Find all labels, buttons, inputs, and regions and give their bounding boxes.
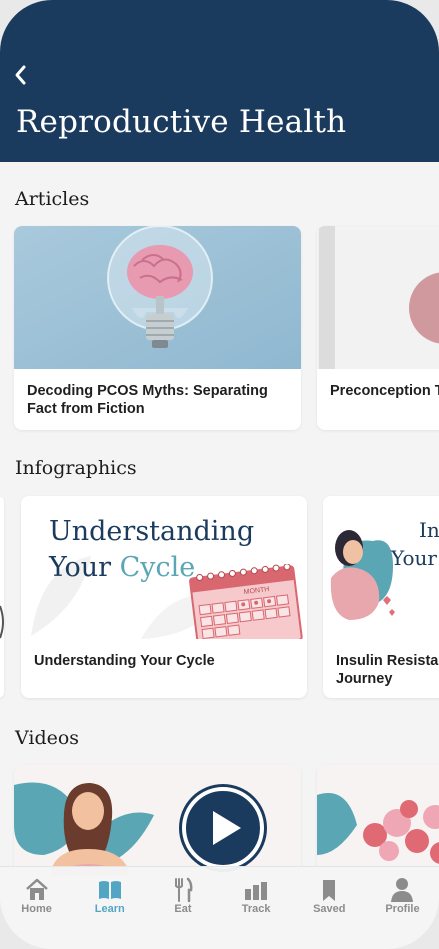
back-button[interactable] <box>8 60 32 90</box>
tab-learn[interactable]: Learn <box>73 867 146 949</box>
video-thumbnail <box>317 765 439 875</box>
tab-saved-label: Saved <box>313 903 346 915</box>
video-card[interactable] <box>14 765 301 875</box>
art-word-your: Your <box>49 552 112 583</box>
article-title: Decoding PCOS Myths: Separating Fact fro… <box>27 383 268 417</box>
header-bar: Reproductive Health <box>0 0 439 162</box>
lightbulb-brain-image <box>14 226 301 369</box>
home-icon <box>25 878 48 900</box>
videos-section-title: Videos <box>15 727 80 749</box>
infographic-thumbnail: In Your <box>323 496 439 639</box>
infographic-card[interactable]: Understanding Your Cycle MONTH Understan… <box>21 496 307 698</box>
scroll-indicator <box>0 605 4 639</box>
page-title: Reproductive Health <box>16 104 347 140</box>
play-icon <box>213 811 241 845</box>
infographic-thumbnail: Understanding Your Cycle MONTH <box>21 496 307 639</box>
bar-chart-icon <box>245 882 268 900</box>
calendar-icon: MONTH <box>189 564 303 639</box>
infographic-card-partial[interactable] <box>0 496 4 698</box>
infographic-title: Understanding Your Cycle <box>34 653 215 669</box>
tab-track[interactable]: Track <box>220 867 293 949</box>
video-card[interactable] <box>317 765 439 875</box>
play-button[interactable] <box>182 787 264 869</box>
fork-knife-icon <box>174 877 193 903</box>
tab-home-label: Home <box>21 903 52 915</box>
tab-saved[interactable]: Saved <box>293 867 366 949</box>
article-title: Preconception Trying to Conce <box>330 383 439 399</box>
chevron-left-icon <box>15 65 26 85</box>
infographic-title: Insulin Resista Journey <box>336 653 439 687</box>
bottom-tab-bar: Home Learn Eat Track Saved Profile <box>0 866 439 949</box>
tab-learn-label: Learn <box>94 903 125 915</box>
articles-section-title: Articles <box>15 188 90 210</box>
tab-home[interactable]: Home <box>0 867 73 949</box>
person-icon <box>391 878 414 902</box>
infographics-section-title: Infographics <box>15 457 137 479</box>
infographic-art-title: In <box>419 518 439 542</box>
infographic-art-subtitle: Your <box>391 546 437 570</box>
tab-track-label: Track <box>241 903 271 915</box>
screen: Reproductive Health Articles Decoding PC… <box>0 0 439 949</box>
infographic-art-title: Understanding <box>49 516 255 547</box>
bookmark-icon <box>323 880 336 901</box>
article-card[interactable]: Decoding PCOS Myths: Separating Fact fro… <box>14 226 301 430</box>
tab-eat-label: Eat <box>174 903 192 915</box>
article-thumbnail <box>317 226 439 369</box>
tab-eat[interactable]: Eat <box>146 867 219 949</box>
preconception-image <box>317 226 439 369</box>
article-thumbnail <box>14 226 301 369</box>
article-card[interactable]: Preconception Trying to Conce <box>317 226 439 430</box>
tab-profile-label: Profile <box>385 903 420 915</box>
tab-profile[interactable]: Profile <box>366 867 439 949</box>
infographic-card[interactable]: In Your Insulin Resista Journey <box>323 496 439 698</box>
book-icon <box>98 881 121 899</box>
art-word-cycle: Cycle <box>119 552 196 583</box>
infographic-art-subtitle: Your Cycle <box>49 552 195 583</box>
